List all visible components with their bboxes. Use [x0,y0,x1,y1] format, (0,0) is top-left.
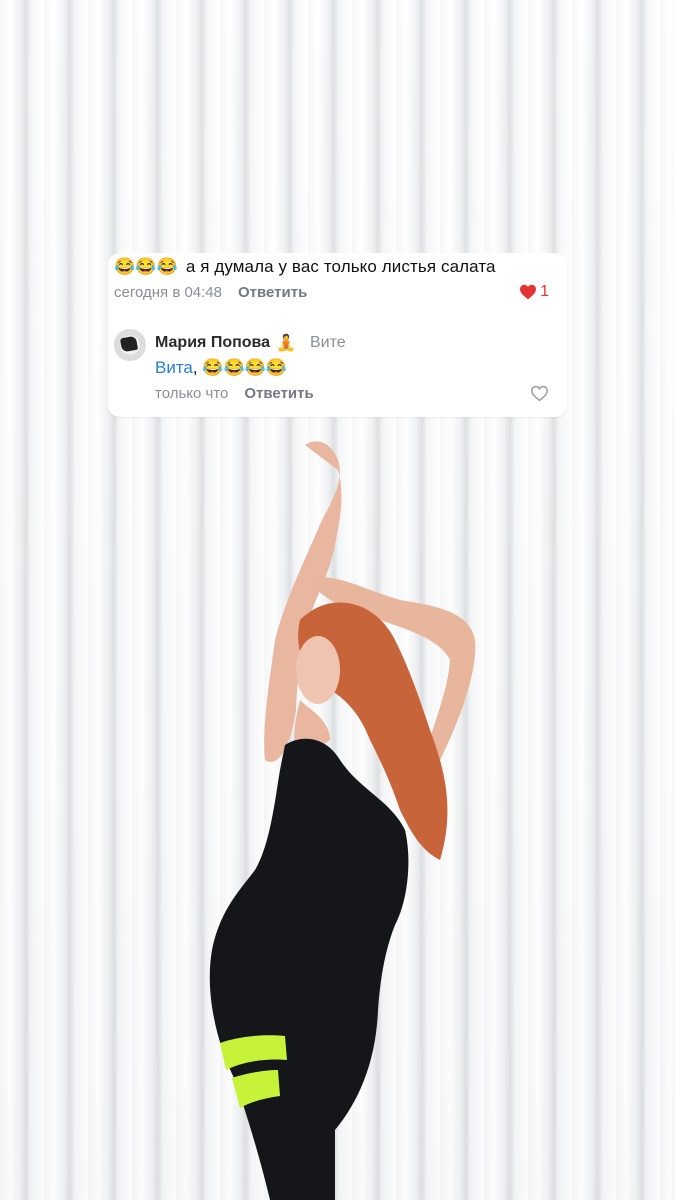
comment-2-text: , 😂😂😂😂 [192,358,288,377]
comment-2-meta: только что Ответить [155,385,314,402]
comment-2-time: только что [155,385,229,402]
comment-1-like-count: 1 [540,283,549,300]
comment-1-text-row: 😂😂😂 а я думала у вас только листья салат… [114,257,496,277]
meditation-emoji: 🧘 [276,335,296,352]
comment-2-text-row: Вита , 😂😂😂😂 [155,358,287,378]
laughing-emoji-group: 😂😂😂 [114,257,178,276]
comment-2-author[interactable]: Мария Попова [155,334,270,352]
comment-2-reply-to[interactable]: Вите [310,334,346,352]
comment-1-text: а я думала у вас только листья салата [185,257,496,276]
comment-1-meta: сегодня в 04:48 Ответить [114,284,307,301]
heart-outline-icon[interactable] [530,385,549,402]
comment-2-reply-button[interactable]: Ответить [244,385,313,402]
comment-card: 😂😂😂 а я думала у вас только листья салат… [108,253,567,417]
comment-2-header: Мария Попова 🧘 Вите [155,333,346,353]
person-figure [0,0,675,1200]
comment-1-reply-button[interactable]: Ответить [238,284,307,301]
mention-link[interactable]: Вита [155,358,193,378]
comment-1-time: сегодня в 04:48 [114,284,222,301]
avatar[interactable] [114,329,146,361]
comment-1-like-button[interactable]: 1 [519,283,549,301]
heart-icon [520,284,537,300]
